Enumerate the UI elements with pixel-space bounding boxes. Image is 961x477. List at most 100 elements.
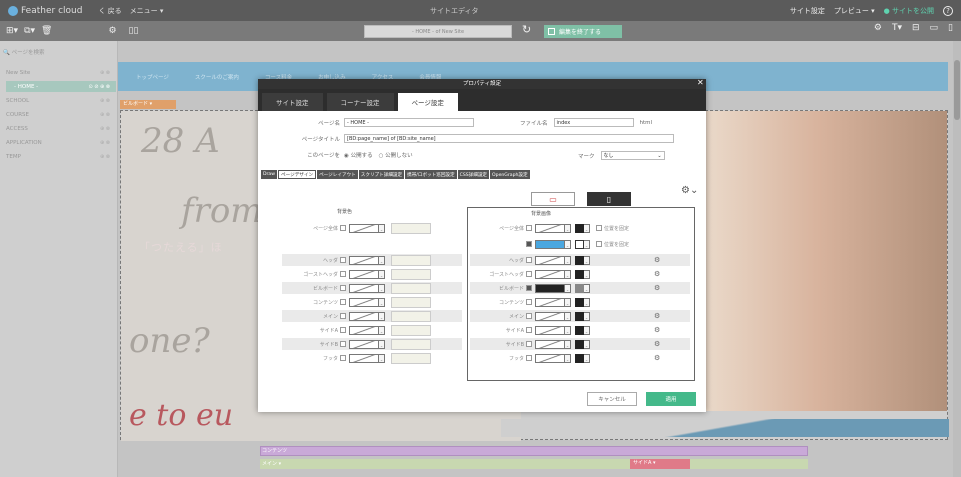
row-checkbox[interactable] (526, 327, 532, 333)
row-checkbox[interactable] (340, 271, 346, 277)
image-swatch[interactable] (535, 311, 565, 321)
image-swatch[interactable] (535, 239, 565, 249)
contents-bar[interactable] (260, 446, 808, 456)
chevron-down-icon[interactable]: ⌄ (584, 269, 590, 279)
color-swatch[interactable] (349, 223, 379, 233)
tree-item-home[interactable]: - HOME - ⊙ ⊘ ⊕ ⊗ (6, 81, 116, 92)
repeat-icon[interactable] (575, 325, 584, 335)
fix-position-checkbox[interactable] (596, 241, 602, 247)
image-swatch[interactable] (535, 325, 565, 335)
gear-icon[interactable]: ⚙ (654, 312, 660, 320)
scroll-thumb[interactable] (954, 60, 960, 120)
publish-button[interactable]: ● サイトを公開 (884, 6, 934, 16)
billboard-tag[interactable]: ビルボード ▾ (120, 100, 176, 109)
row-checkbox[interactable] (340, 341, 346, 347)
site-nav-item[interactable]: トップページ (136, 73, 169, 81)
chevron-down-icon[interactable]: ⌄ (565, 353, 571, 363)
chevron-down-icon[interactable]: ⌄ (565, 297, 571, 307)
color-value-field[interactable] (391, 222, 431, 234)
repeat-icon[interactable] (575, 269, 584, 279)
subtab-draw[interactable]: Draw (261, 170, 277, 179)
chevron-down-icon[interactable]: ⌄ (379, 339, 385, 349)
tree-item-access[interactable]: ACCESS ⊕ ⊗ (6, 123, 116, 134)
chevron-down-icon[interactable]: ⌄ (584, 239, 590, 249)
back-button[interactable]: く 戻る (98, 6, 121, 16)
color-value-field[interactable] (391, 268, 431, 280)
gear-icon[interactable]: ⚙ (654, 326, 660, 334)
color-swatch[interactable] (349, 311, 379, 321)
side-a-tag[interactable]: サイドA ▾ (630, 459, 690, 469)
tab-page-settings[interactable]: ページ設定 (397, 93, 458, 111)
tree-item-ops[interactable]: ⊕ ⊗ (100, 126, 110, 132)
row-checkbox[interactable] (340, 299, 346, 305)
file-name-input[interactable]: index (553, 118, 634, 127)
row-checkbox[interactable] (340, 355, 346, 361)
color-swatch[interactable] (349, 255, 379, 265)
page-search[interactable]: 🔍 ページを検索 (3, 48, 45, 56)
repeat-icon[interactable] (575, 339, 584, 349)
chevron-down-icon[interactable]: ⌄ (565, 269, 571, 279)
row-checkbox[interactable] (526, 225, 532, 231)
gear-icon[interactable]: ⚙ (108, 26, 116, 36)
chevron-down-icon[interactable]: ⌄ (565, 339, 571, 349)
gear-icon[interactable]: ⚙ (654, 340, 660, 348)
row-checkbox[interactable] (340, 225, 346, 231)
tree-item-ops[interactable]: ⊙ ⊘ ⊕ ⊗ (88, 84, 110, 90)
color-value-field[interactable] (391, 296, 431, 308)
row-checkbox[interactable] (526, 271, 532, 277)
row-checkbox[interactable] (526, 299, 532, 305)
image-swatch[interactable] (535, 283, 565, 293)
chevron-down-icon[interactable]: ⌄ (584, 283, 590, 293)
tree-item-course[interactable]: COURSE ⊕ ⊗ (6, 109, 116, 120)
image-swatch[interactable] (535, 269, 565, 279)
color-value-field[interactable] (391, 282, 431, 294)
row-checkbox[interactable] (526, 341, 532, 347)
add-page-icon[interactable]: ⊞▾ (6, 26, 18, 36)
chevron-down-icon[interactable]: ⌄ (379, 283, 385, 293)
tree-item-ops[interactable]: ⊕ ⊗ (100, 112, 110, 118)
row-checkbox[interactable] (340, 313, 346, 319)
chevron-down-icon[interactable]: ⌄ (584, 353, 590, 363)
settings-gear-icon[interactable]: ⚙⌄ (681, 185, 698, 196)
tree-item-ops[interactable]: ⊕ ⊗ (100, 140, 110, 146)
row-checkbox[interactable] (526, 285, 532, 291)
tree-item-ops[interactable]: ⊕ ⊗ (100, 70, 110, 76)
main-bar[interactable] (260, 459, 808, 469)
tree-item-temp[interactable]: TEMP ⊕ ⊗ (6, 151, 116, 162)
tree-item-school[interactable]: SCHOOL ⊕ ⊗ (6, 95, 116, 106)
row-checkbox[interactable] (526, 241, 532, 247)
chevron-down-icon[interactable]: ⌄ (565, 283, 571, 293)
image-swatch[interactable] (535, 297, 565, 307)
color-value-field[interactable] (391, 254, 431, 266)
tab-site-settings[interactable]: サイト設定 (262, 93, 323, 111)
chevron-down-icon[interactable]: ⌄ (565, 239, 571, 249)
layout-icon[interactable]: ⊟ (912, 23, 920, 33)
row-checkbox[interactable] (340, 257, 346, 263)
gear-icon[interactable]: ⚙ (654, 256, 660, 264)
chevron-down-icon[interactable]: ⌄ (584, 297, 590, 307)
close-icon[interactable]: ✕ (697, 78, 704, 87)
chevron-down-icon[interactable]: ⌄ (584, 311, 590, 321)
chevron-down-icon[interactable]: ⌄ (565, 223, 571, 233)
color-swatch[interactable] (349, 325, 379, 335)
copy-page-icon[interactable]: ⧉▾ (24, 26, 35, 36)
panel-toggle-icon[interactable]: ▯▯ (129, 26, 139, 36)
chevron-down-icon[interactable]: ⌄ (565, 311, 571, 321)
subtab-css[interactable]: CSS詳細設定 (457, 170, 490, 179)
gear-icon[interactable]: ⚙ (654, 354, 660, 362)
image-swatch[interactable] (535, 353, 565, 363)
row-checkbox[interactable] (526, 257, 532, 263)
image-swatch[interactable] (535, 339, 565, 349)
repeat-icon[interactable] (575, 223, 584, 233)
tree-item-new-site[interactable]: New Site ⊕ ⊗ (6, 67, 116, 78)
row-checkbox[interactable] (526, 355, 532, 361)
gear-icon[interactable]: ⚙ (654, 284, 660, 292)
pc-view-icon[interactable]: ▭ (531, 192, 575, 206)
subtab-opengraph[interactable]: OpenGraph設定 (490, 170, 530, 179)
settings-icon[interactable]: ⚙ (874, 23, 882, 33)
chevron-down-icon[interactable]: ⌄ (379, 297, 385, 307)
site-nav-item[interactable]: スクールのご案内 (195, 73, 239, 81)
subtab-mobile-robot[interactable]: 携帯/ロボット巡回設定 (405, 170, 457, 179)
cancel-button[interactable]: キャンセル (587, 392, 637, 406)
color-value-field[interactable] (391, 338, 431, 350)
